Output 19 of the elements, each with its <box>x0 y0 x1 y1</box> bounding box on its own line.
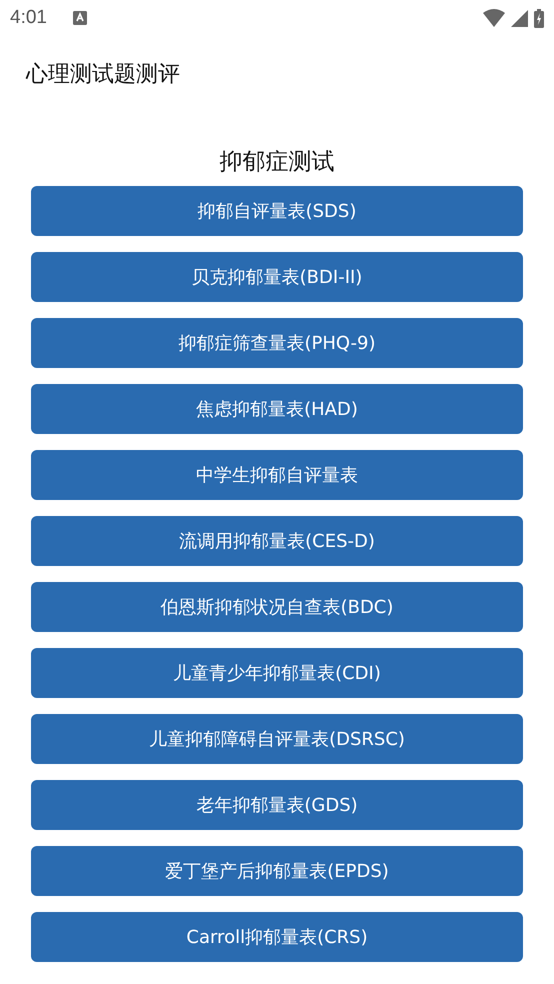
test-button[interactable]: 爱丁堡产后抑郁量表(EPDS) <box>31 846 523 896</box>
test-button[interactable]: 儿童青少年抑郁量表(CDI) <box>31 648 523 698</box>
test-button[interactable]: 抑郁症筛查量表(PHQ-9) <box>31 318 523 368</box>
test-button[interactable]: 老年抑郁量表(GDS) <box>31 780 523 830</box>
test-button[interactable]: 焦虑抑郁量表(HAD) <box>31 384 523 434</box>
test-button[interactable]: 中学生抑郁自评量表 <box>31 450 523 500</box>
test-button[interactable]: 伯恩斯抑郁状况自查表(BDC) <box>31 582 523 632</box>
test-button[interactable]: 贝克抑郁量表(BDI-II) <box>31 252 523 302</box>
status-time: 4:01 <box>10 7 47 29</box>
keyboard-notification-icon <box>72 11 87 25</box>
test-button[interactable]: 抑郁自评量表(SDS) <box>31 186 523 236</box>
app-title: 心理测试题测评 <box>26 61 180 89</box>
test-button[interactable]: 儿童抑郁障碍自评量表(DSRSC) <box>31 714 523 764</box>
signal-icon <box>511 10 528 26</box>
test-button[interactable]: 流调用抑郁量表(CES-D) <box>31 516 523 566</box>
section-title: 抑郁症测试 <box>218 148 336 177</box>
wifi-icon <box>483 9 505 27</box>
battery-charging-icon <box>534 8 544 28</box>
test-button[interactable]: Carroll抑郁量表(CRS) <box>31 912 523 962</box>
